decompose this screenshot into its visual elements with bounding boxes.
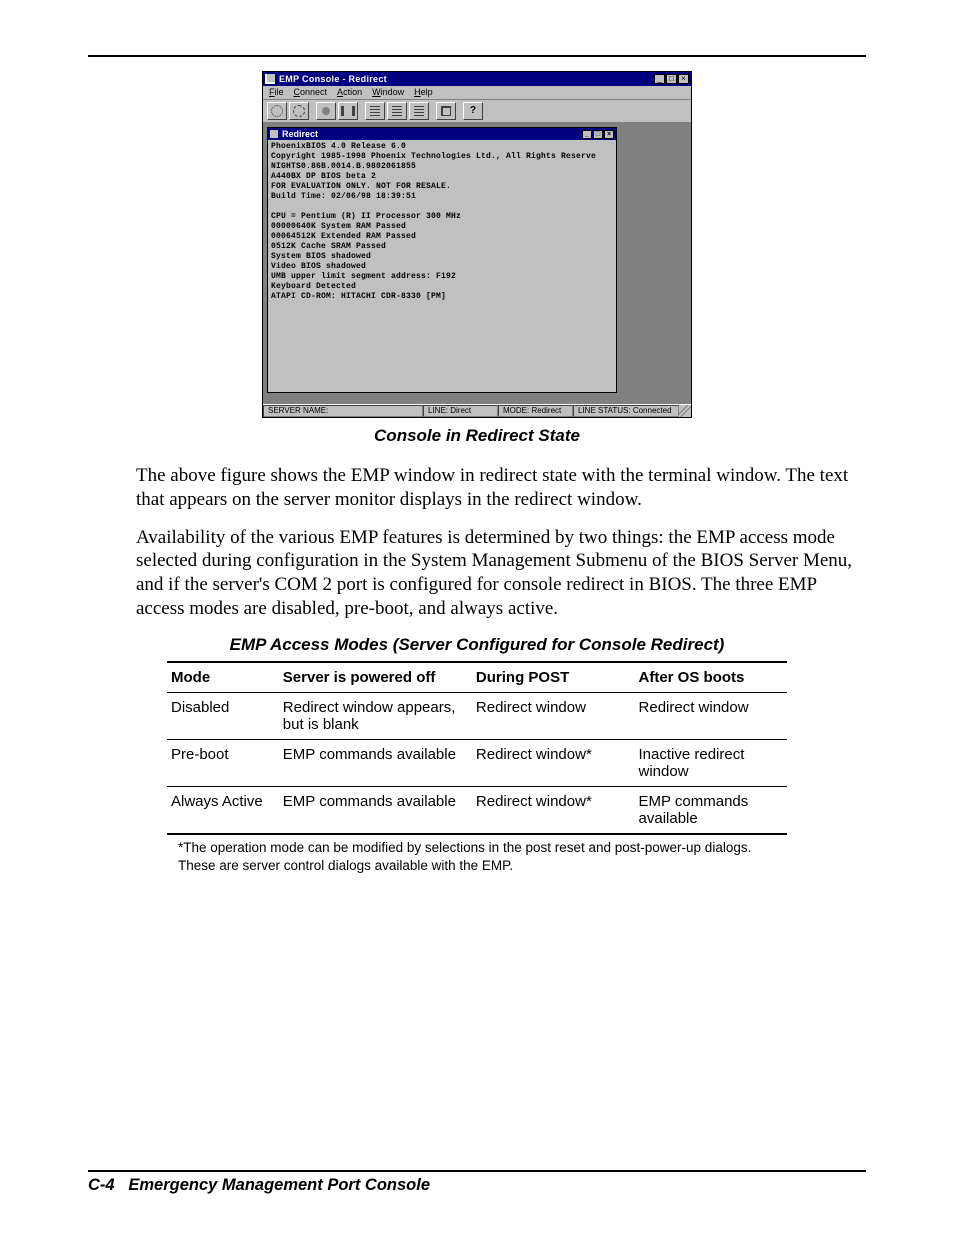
app-titlebar[interactable]: EMP Console - Redirect _ □ ×: [263, 72, 691, 86]
subwindow-icon: [270, 130, 278, 138]
close-button[interactable]: ×: [678, 74, 689, 84]
mdi-area: Redirect _ □ × PhoenixBIOS 4.0 Release 6…: [263, 123, 691, 404]
status-line-status: LINE STATUS: Connected: [573, 405, 679, 417]
redirect-window[interactable]: Redirect _ □ × PhoenixBIOS 4.0 Release 6…: [267, 127, 617, 393]
toolbar-btn-6[interactable]: [387, 102, 407, 120]
toolbar: ?: [263, 100, 691, 123]
status-server-name: SERVER NAME:: [263, 405, 423, 417]
screenshot: EMP Console - Redirect _ □ × File Connec…: [262, 71, 692, 418]
table-row: Disabled Redirect window appears, but is…: [167, 692, 787, 739]
cell: Redirect window appears, but is blank: [279, 692, 472, 739]
toolbar-btn-2[interactable]: [289, 102, 309, 120]
toolbar-btn-5[interactable]: [365, 102, 385, 120]
cell: EMP commands available: [279, 786, 472, 834]
table-header-row: Mode Server is powered off During POST A…: [167, 662, 787, 693]
sub-minimize-button[interactable]: _: [582, 130, 592, 139]
gear-icon: [271, 105, 283, 117]
toolbar-btn-9[interactable]: ?: [463, 102, 483, 120]
cell: Redirect window*: [472, 739, 635, 786]
pause-icon: [341, 106, 355, 116]
cell: EMP commands available: [635, 786, 787, 834]
th-mode: Mode: [167, 662, 279, 693]
figure-caption: Console in Redirect State: [88, 426, 866, 446]
paragraph: Availability of the various EMP features…: [136, 526, 866, 621]
term-line: ATAPI CD-ROM: HITACHI CDR-8330 [PM]: [271, 292, 613, 302]
footnote-line: *The operation mode can be modified by s…: [178, 839, 798, 857]
menubar[interactable]: File Connect Action Window Help: [263, 86, 691, 100]
status-line: LINE: Direct: [423, 405, 498, 417]
term-line: FOR EVALUATION ONLY. NOT FOR RESALE.: [271, 182, 613, 192]
th-after: After OS boots: [635, 662, 787, 693]
term-line: Build Time: 02/06/98 18:39:51: [271, 192, 613, 202]
help-icon: ?: [470, 106, 476, 116]
body-text: The above figure shows the EMP window in…: [136, 464, 866, 621]
terminal-output: PhoenixBIOS 4.0 Release 6.0 Copyright 19…: [268, 140, 616, 392]
term-line: UMB upper limit segment address: F192: [271, 272, 613, 282]
page-footer: C-4 Emergency Management Port Console: [88, 1170, 866, 1195]
term-line: 00064512K Extended RAM Passed: [271, 232, 613, 242]
table-footnote: *The operation mode can be modified by s…: [156, 839, 798, 875]
menu-file[interactable]: File: [269, 88, 284, 97]
app-title: EMP Console - Redirect: [279, 75, 654, 84]
cell: Redirect window: [635, 692, 787, 739]
toolbar-btn-3[interactable]: [316, 102, 336, 120]
term-line: Video BIOS shadowed: [271, 262, 613, 272]
th-off: Server is powered off: [279, 662, 472, 693]
menu-action[interactable]: Action: [337, 88, 362, 97]
dot-icon: [322, 107, 330, 115]
toolbar-btn-8[interactable]: [436, 102, 456, 120]
toolbar-btn-1[interactable]: [267, 102, 287, 120]
bars-icon: [392, 106, 402, 116]
paragraph: The above figure shows the EMP window in…: [136, 464, 866, 512]
resize-grip-icon[interactable]: [679, 405, 691, 417]
term-line: PhoenixBIOS 4.0 Release 6.0: [271, 142, 613, 152]
term-line: CPU = Pentium (R) II Processor 300 MHz: [271, 212, 613, 222]
cell: Always Active: [167, 786, 279, 834]
cell: Pre-boot: [167, 739, 279, 786]
term-line: A440BX DP BIOS beta 2: [271, 172, 613, 182]
table-caption: EMP Access Modes (Server Configured for …: [88, 635, 866, 655]
term-line: 0512K Cache SRAM Passed: [271, 242, 613, 252]
minimize-button[interactable]: _: [654, 74, 665, 84]
sub-maximize-button[interactable]: □: [593, 130, 603, 139]
table-row: Pre-boot EMP commands available Redirect…: [167, 739, 787, 786]
bars-icon: [414, 106, 424, 116]
cell: Inactive redirect window: [635, 739, 787, 786]
cell: Disabled: [167, 692, 279, 739]
term-line: System BIOS shadowed: [271, 252, 613, 262]
toolbar-btn-4[interactable]: [338, 102, 358, 120]
page-number: C-4: [88, 1176, 115, 1194]
table-row: Always Active EMP commands available Red…: [167, 786, 787, 834]
menu-help[interactable]: Help: [414, 88, 433, 97]
status-mode: MODE: Redirect: [498, 405, 573, 417]
term-line: Copyright 1985-1998 Phoenix Technologies…: [271, 152, 613, 162]
term-line: Keyboard Detected: [271, 282, 613, 292]
term-line: 00000640K System RAM Passed: [271, 222, 613, 232]
subwindow-titlebar[interactable]: Redirect _ □ ×: [268, 128, 616, 140]
cell: EMP commands available: [279, 739, 472, 786]
subwindow-title: Redirect: [282, 130, 582, 139]
bars-icon: [370, 106, 380, 116]
access-modes-table: Mode Server is powered off During POST A…: [167, 661, 787, 835]
sub-close-button[interactable]: ×: [604, 130, 614, 139]
cell: Redirect window*: [472, 786, 635, 834]
maximize-button[interactable]: □: [666, 74, 677, 84]
term-line: NIGHTS0.86B.0014.B.9802061855: [271, 162, 613, 172]
th-post: During POST: [472, 662, 635, 693]
page-top-rule: [88, 55, 866, 57]
statusbar: SERVER NAME: LINE: Direct MODE: Redirect…: [263, 404, 691, 417]
chip-icon: [441, 106, 451, 116]
app-icon: [265, 74, 275, 84]
menu-connect[interactable]: Connect: [294, 88, 328, 97]
menu-window[interactable]: Window: [372, 88, 404, 97]
footer-title: Emergency Management Port Console: [128, 1176, 430, 1194]
footnote-line: These are server control dialogs availab…: [178, 857, 798, 875]
gear2-icon: [293, 105, 305, 117]
cell: Redirect window: [472, 692, 635, 739]
toolbar-btn-7[interactable]: [409, 102, 429, 120]
term-line: [271, 202, 613, 212]
